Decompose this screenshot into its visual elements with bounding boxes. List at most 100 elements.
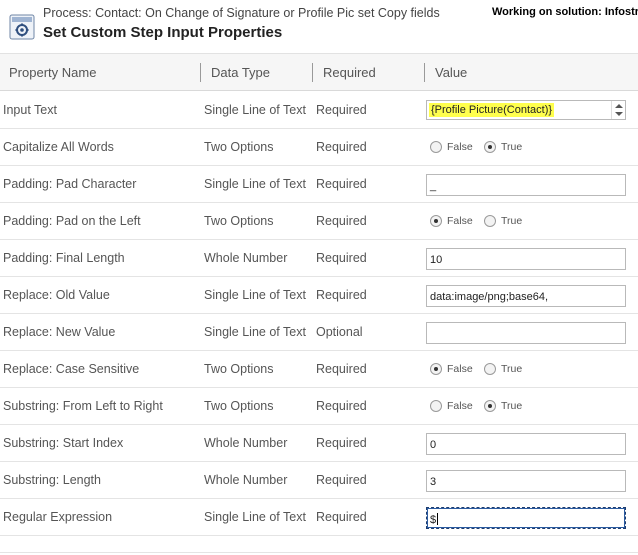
dialog-header: Process: Contact: On Change of Signature… [0,0,638,52]
table-row: Capitalize All Words Two Options Required F… [0,129,638,166]
property-name: Capitalize All Words [3,140,114,154]
property-name: Regular Expression [3,510,113,524]
required-status: Required [316,177,367,191]
value-input[interactable]: $ [426,507,626,529]
table-bottom-divider [0,552,638,553]
table-row: Padding: Final Length Whole Number Require… [0,240,638,277]
table-row: Substring: Length Whole Number Required 3 [0,462,638,499]
table-row: Substring: From Left to Right Two Options… [0,388,638,425]
radio-label[interactable]: False [447,215,473,227]
column-divider[interactable] [424,63,425,82]
required-status: Required [316,399,367,413]
column-header-property-name[interactable]: Property Name [9,65,96,80]
value-text: 10 [430,254,443,266]
data-type: Two Options [204,399,274,413]
required-status: Required [316,214,367,228]
required-status: Required [316,436,367,450]
radio-true[interactable]: True [484,140,564,154]
value-input[interactable]: data:image/png;base64, [426,285,626,307]
solution-label: Working on solution: Infostr [492,6,638,18]
table-row: Regular Expression Single Line of Text Req… [0,499,638,536]
arrow-down-icon[interactable] [615,112,623,116]
column-header-data-type[interactable]: Data Type [211,65,270,80]
column-header-required[interactable]: Required [323,65,376,80]
data-type: Whole Number [204,251,288,265]
required-status: Required [316,473,367,487]
value-input[interactable]: 3 [426,470,626,492]
data-type: Two Options [204,140,274,154]
property-table: Input Text Single Line of Text Required {Pr… [0,92,638,536]
page-title: Set Custom Step Input Properties [43,24,283,41]
radio-circle-icon[interactable] [484,363,496,375]
workflow-gear-icon [9,14,35,40]
radio-circle-icon[interactable] [430,141,442,153]
required-status: Required [316,288,367,302]
required-status: Required [316,510,367,524]
data-type: Single Line of Text [204,325,306,339]
data-type: Whole Number [204,436,288,450]
data-type: Single Line of Text [204,103,306,117]
property-name: Padding: Final Length [3,251,125,265]
spinner[interactable] [611,101,625,119]
table-row: Substring: Start Index Whole Number Requir… [0,425,638,462]
property-name: Substring: Start Index [3,436,124,450]
property-name: Replace: New Value [3,325,116,339]
radio-true[interactable]: True [484,362,564,376]
value-input[interactable] [426,322,626,344]
property-name: Input Text [3,103,57,117]
property-name: Replace: Old Value [3,288,110,302]
radio-circle-icon[interactable] [484,141,496,153]
radio-true[interactable]: True [484,399,564,413]
column-header-bar: Property Name Data Type Required Value [0,53,638,91]
value-text: data:image/png;base64, [430,291,549,303]
radio-circle-icon[interactable] [430,363,442,375]
property-name: Padding: Pad on the Left [3,214,141,228]
table-row: Replace: New Value Single Line of Text Opt… [0,314,638,351]
value-text: 3 [430,476,437,488]
radio-label[interactable]: False [447,400,473,412]
radio-label[interactable]: False [447,141,473,153]
value-text: 0 [430,439,437,451]
value-input[interactable]: _ [426,174,626,196]
value-input[interactable]: 10 [426,248,626,270]
table-row: Replace: Old Value Single Line of Text Req… [0,277,638,314]
property-name: Substring: Length [3,473,101,487]
required-status: Required [316,251,367,265]
data-type: Two Options [204,362,274,376]
radio-label[interactable]: True [501,215,522,227]
required-status: Optional [316,325,363,339]
radio-label[interactable]: True [501,141,522,153]
dynamic-value-token[interactable]: {Profile Picture(Contact)} [429,103,555,117]
property-name: Padding: Pad Character [3,177,137,191]
column-divider[interactable] [200,63,201,82]
data-type: Single Line of Text [204,288,306,302]
value-text: $ [430,514,437,526]
table-row: Padding: Pad Character Single Line of Tex… [0,166,638,203]
required-status: Required [316,140,367,154]
radio-label[interactable]: True [501,400,522,412]
dynamic-value-field[interactable]: {Profile Picture(Contact)} [426,100,626,120]
radio-circle-icon[interactable] [430,215,442,227]
column-divider[interactable] [312,63,313,82]
data-type: Two Options [204,214,274,228]
data-type: Single Line of Text [204,510,306,524]
data-type: Whole Number [204,473,288,487]
radio-circle-icon[interactable] [430,400,442,412]
arrow-up-icon[interactable] [615,104,623,108]
required-status: Required [316,362,367,376]
radio-true[interactable]: True [484,214,564,228]
value-input[interactable]: 0 [426,433,626,455]
radio-circle-icon[interactable] [484,400,496,412]
radio-circle-icon[interactable] [484,215,496,227]
table-row: Padding: Pad on the Left Two Options Requi… [0,203,638,240]
process-name: Process: Contact: On Change of Signature… [43,6,440,20]
value-text: _ [430,180,437,192]
radio-label[interactable]: True [501,363,522,375]
property-name: Substring: From Left to Right [3,399,163,413]
column-header-value[interactable]: Value [435,65,467,80]
radio-label[interactable]: False [447,363,473,375]
required-status: Required [316,103,367,117]
property-name: Replace: Case Sensitive [3,362,140,376]
data-type: Single Line of Text [204,177,306,191]
text-cursor [437,513,439,525]
